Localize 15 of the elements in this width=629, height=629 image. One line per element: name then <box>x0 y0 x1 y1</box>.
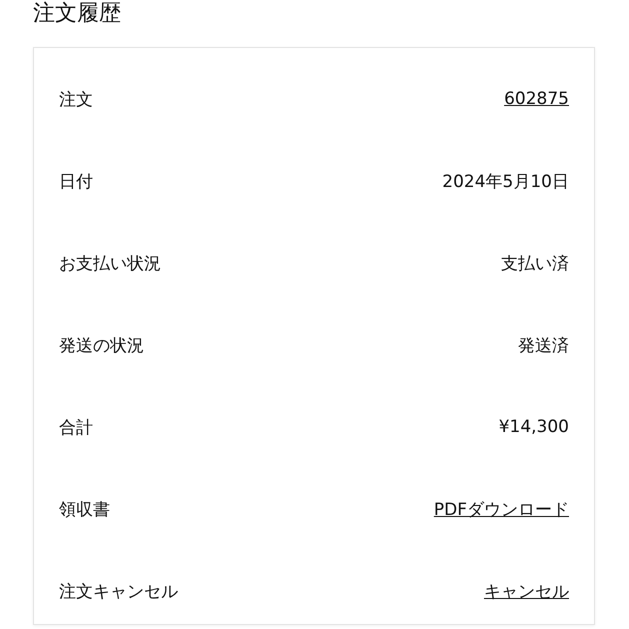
field-value: ¥14,300 <box>498 417 569 437</box>
field-label: 発送の状況 <box>59 334 144 356</box>
field-label: 領収書 <box>59 498 110 520</box>
value-link[interactable]: 602875 <box>504 89 569 109</box>
page-title: 注文履歴 <box>33 0 122 28</box>
value-link[interactable]: キャンセル <box>484 580 569 602</box>
field-value: 2024年5月10日 <box>442 170 569 192</box>
field-value: 支払い済 <box>501 252 569 274</box>
field-label: 日付 <box>59 170 93 192</box>
value-link[interactable]: PDFダウンロード <box>434 498 569 520</box>
field-label: 注文 <box>59 88 93 110</box>
field-label: お支払い状況 <box>59 252 161 274</box>
field-value: 発送済 <box>518 334 569 356</box>
field-label: 合計 <box>59 416 93 438</box>
field-label: 注文キャンセル <box>59 580 178 602</box>
